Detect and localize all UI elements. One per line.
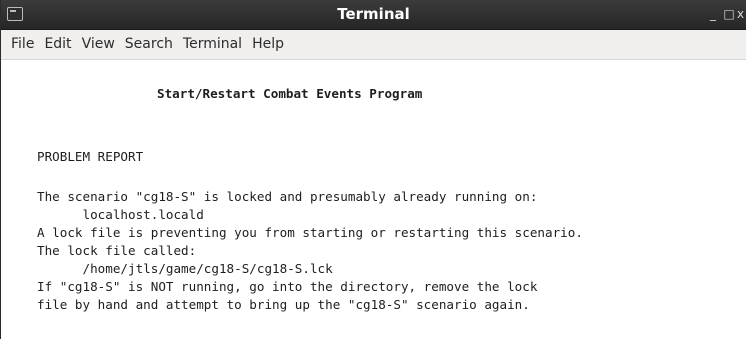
terminal-window: Terminal _ □ x File Edit View Search Ter… xyxy=(0,0,746,339)
menu-terminal[interactable]: Terminal xyxy=(178,30,247,59)
terminal-line: The lock file called: xyxy=(37,243,197,258)
menu-edit[interactable]: Edit xyxy=(39,30,76,59)
program-heading: Start/Restart Combat Events Program xyxy=(157,86,423,101)
terminal-line: The scenario "cg18-S" is locked and pres… xyxy=(37,189,538,204)
terminal-line: /home/jtls/game/cg18-S/cg18-S.lck xyxy=(37,261,333,276)
terminal-line: localhost.locald xyxy=(37,207,204,222)
terminal-line: A lock file is preventing you from start… xyxy=(37,225,583,240)
menu-help[interactable]: Help xyxy=(247,30,289,59)
maximize-button[interactable]: □ xyxy=(721,0,737,29)
title-bar[interactable]: Terminal _ □ x xyxy=(1,0,746,30)
window-title: Terminal xyxy=(337,5,410,23)
window-controls: _ □ x xyxy=(705,0,746,29)
terminal-line: If "cg18-S" is NOT running, go into the … xyxy=(37,279,538,294)
minimize-button[interactable]: _ xyxy=(705,0,721,29)
menu-view[interactable]: View xyxy=(77,30,120,59)
menu-bar: File Edit View Search Terminal Help xyxy=(1,30,746,60)
close-button[interactable]: x xyxy=(737,0,746,29)
problem-report-title: PROBLEM REPORT xyxy=(37,149,144,164)
terminal-line: file by hand and attempt to bring up the… xyxy=(37,297,530,312)
menu-search[interactable]: Search xyxy=(120,30,178,59)
menu-file[interactable]: File xyxy=(6,30,39,59)
